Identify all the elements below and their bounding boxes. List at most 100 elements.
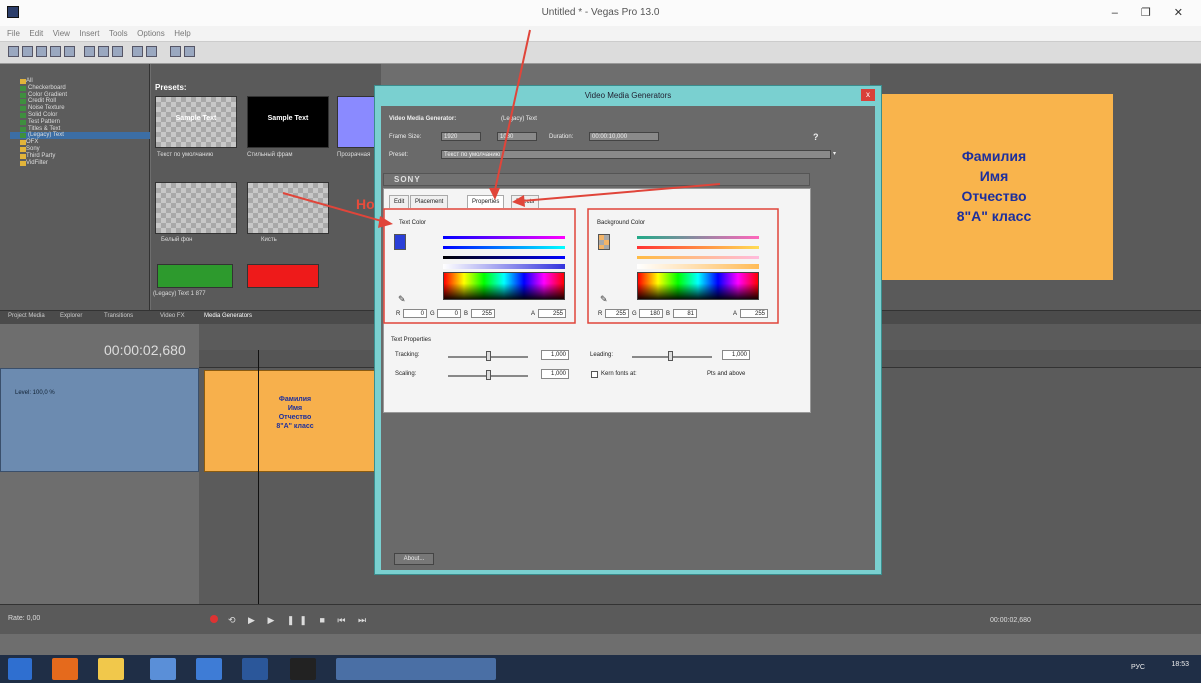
tracking-knob[interactable] [486, 351, 491, 361]
save-icon[interactable] [36, 46, 47, 57]
record-icon[interactable] [210, 615, 218, 623]
copy-icon[interactable] [98, 46, 109, 57]
text-alpha-field[interactable]: 255 [538, 309, 566, 318]
new-icon[interactable] [8, 46, 19, 57]
tree-item[interactable]: Solid Color [10, 112, 150, 119]
transport-controls[interactable]: ⟲ ▶ ▶ ❚❚ ■ ⏮ ⏭ [228, 615, 371, 626]
text-blue-field[interactable]: 255 [471, 309, 495, 318]
preset-dropdown[interactable]: Текст по умолчанию [441, 150, 831, 159]
menu-edit[interactable]: Edit [29, 26, 43, 42]
system-clock[interactable]: 18:53 [1171, 660, 1189, 669]
text-color-swatch[interactable] [394, 234, 406, 250]
taskbar-window-button[interactable] [336, 658, 496, 680]
tree-item[interactable]: Checkerboard [10, 85, 150, 92]
bg-green-slider[interactable] [637, 246, 759, 249]
app-icon[interactable] [196, 658, 222, 680]
start-icon[interactable] [8, 658, 32, 680]
eyedropper-icon[interactable]: ✎ [600, 294, 608, 305]
tab-edit[interactable]: Edit [389, 195, 410, 208]
playhead-cursor[interactable] [258, 350, 259, 604]
scaling-field[interactable]: 1,000 [541, 369, 569, 379]
bg-alpha-field[interactable]: 255 [740, 309, 768, 318]
paste-icon[interactable] [112, 46, 123, 57]
preset-thumbnail[interactable] [247, 264, 319, 288]
leading-knob[interactable] [668, 351, 673, 361]
text-blue-slider[interactable] [443, 256, 565, 259]
text-green-field[interactable]: 0 [437, 309, 461, 318]
snap-icon[interactable] [170, 46, 181, 57]
tree-item[interactable]: All [10, 78, 150, 85]
tree-item[interactable]: Test Pattern [10, 119, 150, 126]
tab-media-generators[interactable]: Media Generators [204, 313, 252, 319]
text-red-slider[interactable] [443, 236, 565, 239]
tree-item[interactable]: OFX [10, 139, 150, 146]
tree-item[interactable]: Color Gradient [10, 92, 150, 99]
tree-item[interactable]: Noise Texture [10, 105, 150, 112]
eyedropper-icon[interactable]: ✎ [398, 294, 406, 305]
cut-icon[interactable] [84, 46, 95, 57]
text-green-slider[interactable] [443, 246, 565, 249]
preset-thumbnail[interactable] [155, 182, 237, 234]
video-track-header[interactable]: Level: 100,0 % [0, 368, 199, 472]
menu-help[interactable]: Help [174, 26, 190, 42]
menu-view[interactable]: View [53, 26, 70, 42]
bg-blue-slider[interactable] [637, 256, 759, 259]
menu-file[interactable]: File [7, 26, 20, 42]
help-icon[interactable]: ? [813, 132, 819, 142]
bg-blue-field[interactable]: 81 [673, 309, 697, 318]
tab-project-media[interactable]: Project Media [8, 313, 45, 319]
properties-icon[interactable] [50, 46, 61, 57]
bg-red-field[interactable]: 255 [605, 309, 629, 318]
tree-item[interactable]: Credit Roll [10, 98, 150, 105]
render-icon[interactable] [64, 46, 75, 57]
tree-item[interactable]: Third Party [10, 153, 150, 160]
video-event-clip[interactable]: Фамилия Имя Отчество 8"А" класс [204, 370, 380, 472]
preset-thumbnail[interactable]: Sample Text [247, 96, 329, 148]
tab-properties[interactable]: Properties [467, 195, 505, 208]
text-red-field[interactable]: 0 [403, 309, 427, 318]
open-icon[interactable] [22, 46, 33, 57]
vegas-taskbar-icon[interactable] [290, 658, 316, 680]
about-button[interactable]: About... [394, 553, 434, 565]
bg-green-field[interactable]: 180 [639, 309, 663, 318]
menu-insert[interactable]: Insert [79, 26, 99, 42]
window-controls[interactable]: – ❐ ✕ [1112, 6, 1193, 19]
firefox-icon[interactable] [52, 658, 78, 680]
bg-red-slider[interactable] [637, 236, 759, 239]
text-alpha-slider[interactable] [443, 264, 565, 269]
bg-color-spectrum[interactable] [637, 272, 759, 300]
word-icon[interactable] [242, 658, 268, 680]
tab-effects[interactable]: Effects [511, 195, 540, 208]
preset-thumbnail[interactable] [247, 182, 329, 234]
chevron-down-icon[interactable]: ▾ [833, 150, 836, 157]
tab-video-fx[interactable]: Video FX [160, 313, 185, 319]
preset-thumbnail[interactable] [157, 264, 233, 288]
duration-field[interactable]: 00:00:10,000 [589, 132, 659, 141]
tab-transitions[interactable]: Transitions [104, 313, 133, 319]
menu-tools[interactable]: Tools [109, 26, 128, 42]
close-button[interactable]: x [861, 89, 875, 101]
bg-color-swatch[interactable] [598, 234, 610, 250]
bg-alpha-slider[interactable] [637, 264, 759, 269]
text-color-spectrum[interactable] [443, 272, 565, 300]
tree-item[interactable]: Sony [10, 146, 150, 153]
tab-placement[interactable]: Placement [410, 195, 449, 208]
input-language[interactable]: РУС [1131, 664, 1145, 671]
redo-icon[interactable] [146, 46, 157, 57]
pointer-icon[interactable] [184, 46, 195, 57]
tracking-field[interactable]: 1,000 [541, 350, 569, 360]
undo-icon[interactable] [132, 46, 143, 57]
menu-options[interactable]: Options [137, 26, 165, 42]
app-icon[interactable] [150, 658, 176, 680]
frame-width-field[interactable]: 1920 [441, 132, 481, 141]
scaling-knob[interactable] [486, 370, 491, 380]
tab-explorer[interactable]: Explorer [60, 313, 82, 319]
kern-fonts-checkbox[interactable] [591, 371, 598, 378]
tree-item[interactable]: VidFilter [10, 160, 150, 167]
tree-item[interactable]: Titles & Text [10, 126, 150, 133]
tree-item-selected[interactable]: (Legacy) Text [10, 132, 150, 140]
file-explorer-icon[interactable] [98, 658, 124, 680]
leading-field[interactable]: 1,000 [722, 350, 750, 360]
frame-height-field[interactable]: 1080 [497, 132, 537, 141]
preset-thumbnail[interactable]: Sample Text [155, 96, 237, 148]
